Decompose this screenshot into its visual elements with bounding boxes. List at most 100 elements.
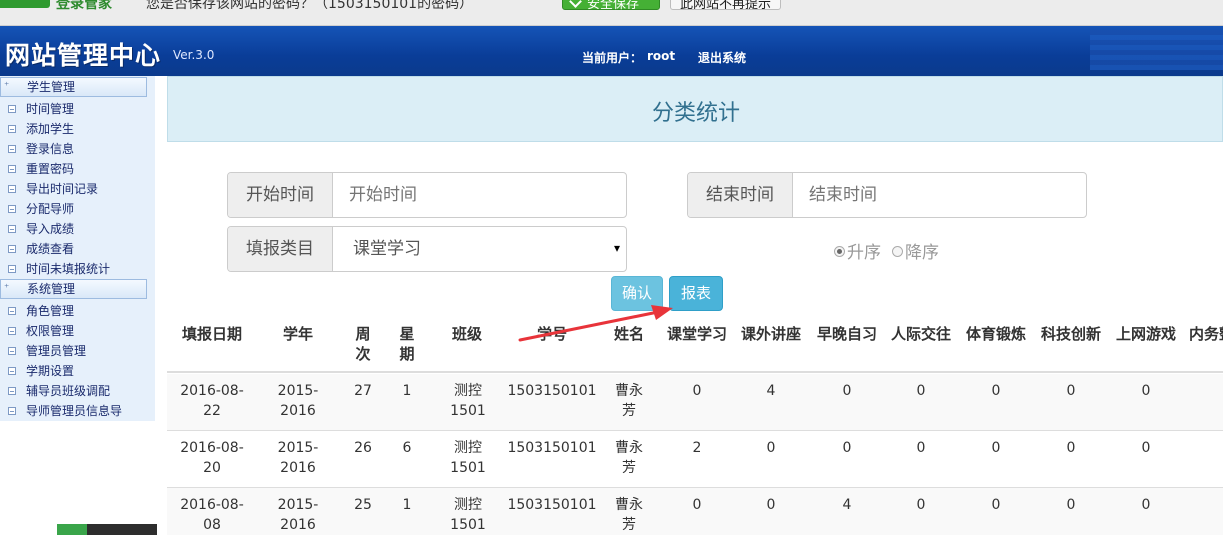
category-select-value: 课堂学习 (353, 239, 421, 259)
cell-value: 0 (991, 440, 1001, 456)
start-time-input[interactable] (333, 173, 626, 217)
category-select[interactable]: 课堂学习 ▾ (333, 227, 626, 271)
radio-selected-icon (834, 246, 845, 257)
cell-class: 测控1501 (450, 497, 486, 533)
site-version: Ver.3.0 (173, 48, 215, 62)
sort-asc-label: 升序 (847, 243, 881, 263)
sidebar-item-view-grades[interactable]: 成绩查看 (0, 239, 155, 259)
sort-asc-option[interactable]: 升序 (834, 238, 881, 263)
tree-node-icon (8, 145, 16, 153)
tree-node-icon (8, 387, 16, 395)
current-user-name: root (647, 49, 676, 63)
cell-value: 0 (1066, 497, 1076, 513)
sidebar-item-time-management[interactable]: 时间管理 (0, 99, 155, 119)
sidebar-item-label: 时间未填报统计 (26, 262, 111, 276)
cell-value: 0 (1141, 440, 1151, 456)
sidebar-item-assign-tutor[interactable]: 分配导师 (0, 199, 155, 219)
site-header: 网站管理中心 Ver.3.0 当前用户： root 退出系统 (0, 26, 1223, 76)
logout-link[interactable]: 退出系统 (698, 49, 746, 66)
cell-value: 0 (916, 383, 926, 399)
tree-node-icon (8, 125, 16, 133)
password-save-message: 您是否保存该网站的密码？（1503150101的密码） (146, 0, 474, 12)
sidebar-item-role-management[interactable]: 角色管理 (0, 301, 155, 321)
sidebar-item-admin-management[interactable]: 管理员管理 (0, 341, 155, 361)
current-user-label: 当前用户： (582, 51, 643, 65)
tree-node-icon (8, 165, 16, 173)
radio-icon (892, 246, 903, 257)
sidebar-item-export-time[interactable]: 导出时间记录 (0, 179, 155, 199)
sidebar-item-label: 重置密码 (26, 162, 75, 176)
cell-value: 4 (766, 383, 776, 399)
expand-icon: ⁺ (4, 283, 10, 294)
cell-value: 0 (692, 383, 702, 399)
end-time-input[interactable] (793, 173, 1086, 217)
cell-value: 0 (916, 497, 926, 513)
cell-weekday: 1 (402, 497, 412, 513)
sidebar-section-label: 学生管理 (27, 80, 76, 94)
cell-year: 2015-2016 (277, 497, 319, 533)
sidebar-item-label: 角色管理 (26, 304, 75, 318)
column-header: 体育锻炼 (966, 325, 1027, 343)
tree-node-icon (8, 225, 16, 233)
category-group: 填报类目 课堂学习 ▾ (227, 226, 627, 272)
tree-node-icon (8, 245, 16, 253)
column-header: 课外讲座 (741, 325, 802, 343)
no-remind-button[interactable]: 此网站不再提示 (670, 0, 781, 10)
cell-value: 0 (842, 440, 852, 456)
column-header: 人际交往 (891, 325, 952, 343)
tree-node-icon (8, 185, 16, 193)
cell-class: 测控1501 (450, 383, 486, 419)
end-time-label: 结束时间 (688, 173, 793, 217)
cell-value: 0 (842, 383, 852, 399)
sidebar-item-import-grades[interactable]: 导入成绩 (0, 219, 155, 239)
cell-name: 曹永芳 (615, 383, 643, 419)
tree-node-icon (8, 307, 16, 315)
tree-node-icon (8, 347, 16, 355)
browser-password-bar: 登录管家 您是否保存该网站的密码？（1503150101的密码） 安全保存 此网… (0, 0, 1223, 26)
cell-value: 4 (842, 497, 852, 513)
column-header: 周次 (355, 325, 371, 363)
sidebar-item-tutor-admin-info[interactable]: 导师管理员信息导 (0, 401, 155, 421)
sidebar-item-permission-management[interactable]: 权限管理 (0, 321, 155, 341)
cell-value: 0 (1141, 497, 1151, 513)
sidebar-item-reset-password[interactable]: 重置密码 (0, 159, 155, 179)
tree-node-icon (8, 105, 16, 113)
safe-save-label: 安全保存 (587, 0, 640, 12)
cell-weekday: 1 (402, 383, 412, 399)
annotation-arrow-icon (518, 305, 673, 342)
sidebar-section-student[interactable]: ⁺ 学生管理 (0, 77, 147, 97)
sidebar-item-label: 权限管理 (26, 324, 75, 338)
start-time-group: 开始时间 (227, 172, 627, 218)
tree-node-icon (8, 407, 16, 415)
column-header: 星期 (399, 325, 415, 363)
safe-save-button[interactable]: 安全保存 (562, 0, 660, 12)
sidebar-section-system[interactable]: ⁺ 系统管理 (0, 279, 147, 299)
column-header: 早晚自习 (817, 325, 878, 343)
table-header-row: 填报日期 学年 周次 星期 班级 学号 姓名 课堂学习 课外讲座 早晚自习 人际… (167, 316, 1223, 373)
sidebar-item-label: 导师管理员信息导 (26, 404, 123, 418)
star-icon (57, 524, 87, 535)
sidebar-item-unfilled-stats[interactable]: 时间未填报统计 (0, 259, 155, 279)
cell-value: 0 (1141, 383, 1151, 399)
sidebar-item-login-info[interactable]: 登录信息 (0, 139, 155, 159)
sidebar-item-label: 导入成绩 (26, 222, 75, 236)
cell-date: 2016-08-20 (180, 440, 244, 476)
cell-value: 0 (766, 440, 776, 456)
expand-icon: ⁺ (4, 81, 10, 92)
cell-value: 0 (1066, 440, 1076, 456)
tree-node-icon (8, 367, 16, 375)
cell-week: 27 (354, 383, 372, 399)
cell-year: 2015-2016 (277, 440, 319, 476)
sidebar-item-label: 添加学生 (26, 122, 75, 136)
sidebar-item-label: 学期设置 (26, 364, 75, 378)
sidebar-item-add-student[interactable]: 添加学生 (0, 119, 155, 139)
sidebar-item-counselor-class[interactable]: 辅导员班级调配 (0, 381, 155, 401)
cell-date: 2016-08-22 (180, 383, 244, 419)
sort-desc-option[interactable]: 降序 (892, 238, 939, 263)
sidebar-item-label: 时间管理 (26, 102, 75, 116)
sidebar-item-semester-settings[interactable]: 学期设置 (0, 361, 155, 381)
cell-value: 0 (916, 440, 926, 456)
tree-node-icon (8, 265, 16, 273)
column-header: 上网游戏 (1115, 325, 1176, 343)
cell-class: 测控1501 (450, 440, 486, 476)
